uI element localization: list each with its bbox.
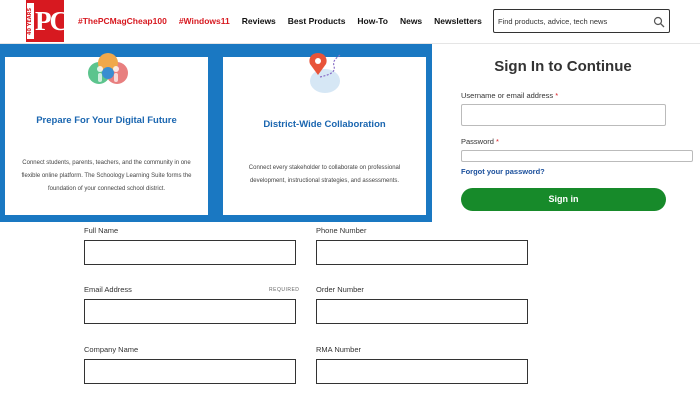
nav-item-cheap100[interactable]: #ThePCMagCheap100 (78, 16, 167, 26)
logo-years-label: 40 YEARS (27, 3, 34, 39)
username-label: Username or email address * (461, 91, 559, 100)
main-nav: #ThePCMagCheap100 #Windows11 Reviews Bes… (78, 16, 494, 26)
people-illustration-icon (88, 53, 128, 84)
email-address-field[interactable] (84, 299, 296, 324)
full-name-label: Full Name (84, 226, 119, 235)
nav-item-newsletters[interactable]: Newsletters (434, 16, 482, 26)
phone-number-label: Phone Number (316, 226, 367, 235)
signin-button[interactable]: Sign in (461, 188, 666, 211)
order-number-field[interactable] (316, 299, 528, 324)
password-label: Password * (461, 137, 499, 146)
rma-number-field[interactable] (316, 359, 528, 384)
full-name-field[interactable] (84, 240, 296, 265)
promo-card-collaboration: District-Wide Collaboration Connect ever… (223, 53, 426, 215)
forgot-password-link[interactable]: Forgot your password? (461, 167, 545, 176)
phone-number-field[interactable] (316, 240, 528, 265)
nav-item-windows11[interactable]: #Windows11 (179, 16, 230, 26)
nav-item-news[interactable]: News (400, 16, 422, 26)
search-placeholder: Find products, advice, tech news (498, 17, 608, 26)
nav-item-reviews[interactable]: Reviews (242, 16, 276, 26)
company-name-label: Company Name (84, 345, 139, 354)
nav-item-best-products[interactable]: Best Products (288, 16, 346, 26)
pcmag-logo[interactable]: 40 YEARS PC (26, 0, 69, 42)
signin-title: Sign In to Continue (494, 58, 632, 75)
username-field[interactable] (461, 104, 666, 126)
logo-letters: PC (35, 6, 69, 36)
top-navigation-bar: 40 YEARS PC #ThePCMagCheap100 #Windows11… (0, 0, 700, 44)
email-address-label: Email Address (84, 285, 132, 294)
company-name-field[interactable] (84, 359, 296, 384)
map-pin-illustration-icon (309, 53, 341, 93)
card-description: Connect students, parents, teachers, and… (21, 160, 192, 192)
card-title: Prepare For Your Digital Future (36, 115, 177, 126)
rma-number-label: RMA Number (316, 345, 362, 354)
card-description: Connect every stakeholder to collaborate… (248, 165, 401, 184)
password-field[interactable] (461, 150, 693, 162)
search-icon[interactable] (653, 16, 665, 28)
card-title: District-Wide Collaboration (263, 119, 386, 130)
promo-card-digital-future: Prepare For Your Digital Future Connect … (5, 53, 208, 215)
search-input[interactable]: Find products, advice, tech news (493, 9, 670, 33)
promo-panel: Prepare For Your Digital Future Connect … (0, 44, 432, 222)
nav-item-how-to[interactable]: How-To (357, 16, 388, 26)
required-badge: REQUIRED (269, 287, 300, 293)
order-number-label: Order Number (316, 285, 364, 294)
